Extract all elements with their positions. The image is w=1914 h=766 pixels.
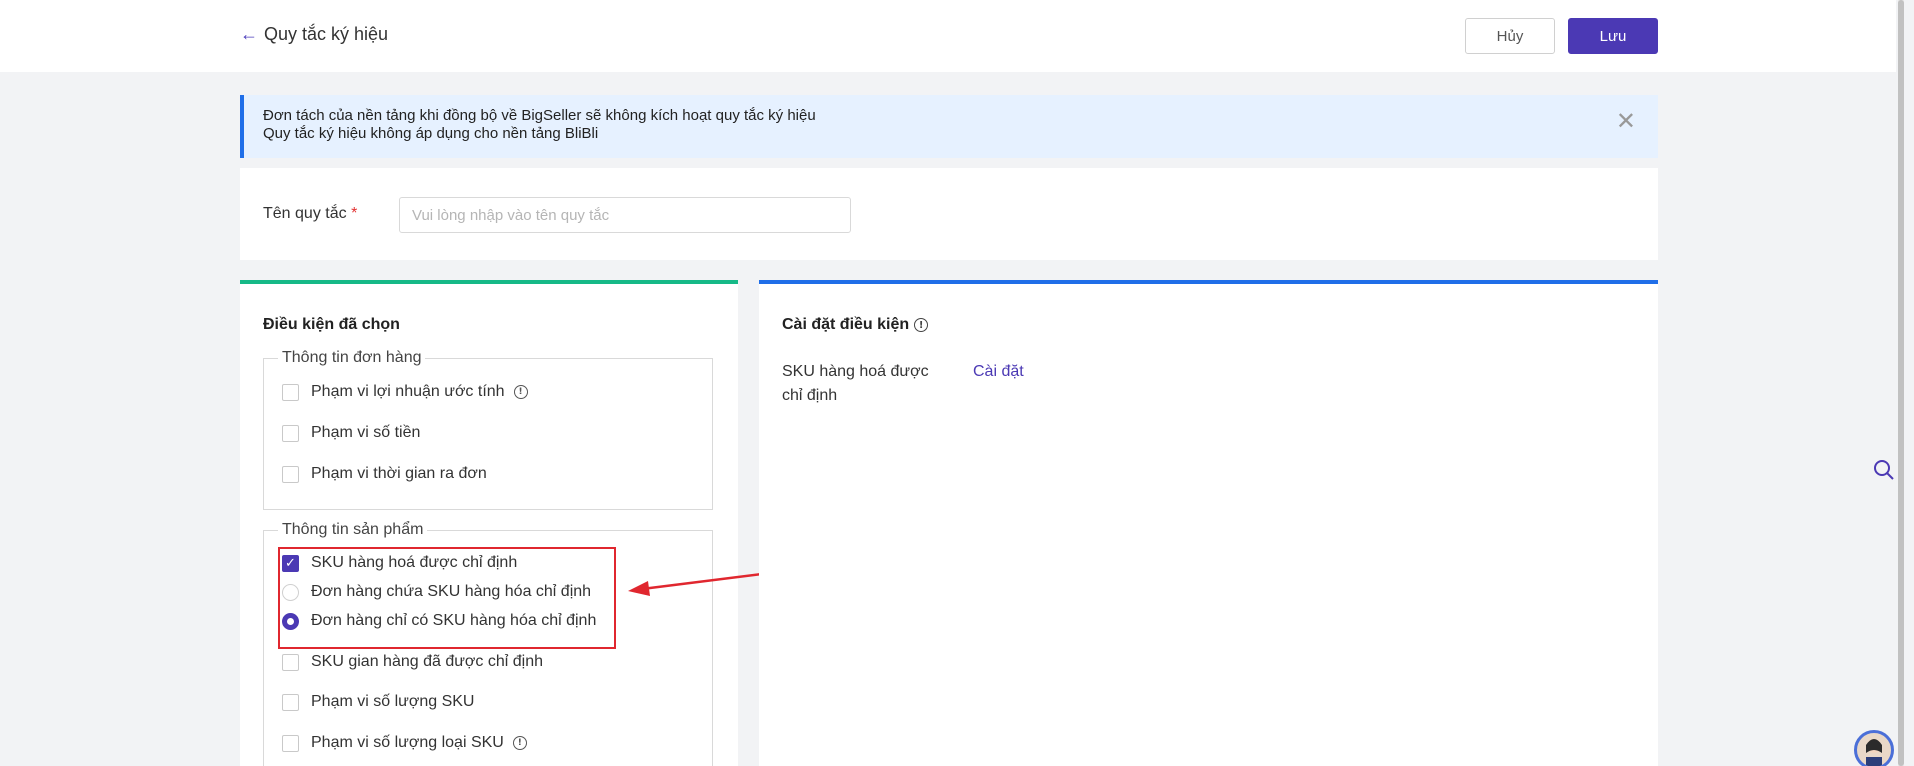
save-button[interactable]: Lưu — [1568, 18, 1658, 54]
option-sku-quantity-range[interactable]: Phạm vi số lượng SKU — [282, 693, 474, 711]
back-link[interactable]: ← Quy tắc ký hiệu — [240, 24, 388, 45]
checkbox[interactable] — [282, 734, 299, 752]
search-icon[interactable] — [1872, 458, 1896, 487]
order-info-legend: Thông tin đơn hàng — [278, 349, 426, 367]
cancel-button[interactable]: Hủy — [1465, 18, 1555, 54]
rule-name-label-text: Tên quy tắc — [263, 205, 347, 222]
setting-item-label: SKU hàng hoá được chỉ định — [782, 363, 929, 404]
info-icon[interactable]: ! — [914, 318, 929, 332]
option-estimated-profit[interactable]: Phạm vi lợi nhuận ước tính ! — [282, 383, 528, 401]
option-order-time-range[interactable]: Phạm vi thời gian ra đơn — [282, 465, 487, 483]
order-info-group: Thông tin đơn hàng Phạm vi lợi nhuận ước… — [263, 349, 713, 510]
checkbox[interactable] — [282, 424, 299, 442]
required-mark: * — [351, 205, 358, 222]
checkbox[interactable] — [282, 653, 299, 671]
option-label: Phạm vi số lượng SKU — [311, 693, 475, 710]
condition-settings-title: Cài đặt điều kiện ! — [782, 316, 929, 334]
option-label: SKU gian hàng đã được chỉ định — [311, 653, 544, 670]
selected-conditions-title: Điều kiện đã chọn — [263, 316, 400, 333]
scrollbar-thumb[interactable] — [1898, 0, 1904, 766]
setting-link[interactable]: Cài đặt — [973, 360, 1024, 384]
page-title: Quy tắc ký hiệu — [264, 24, 389, 44]
selected-conditions-panel: Điều kiện đã chọn Thông tin đơn hàng Phạ… — [240, 280, 738, 766]
checkbox[interactable] — [282, 465, 299, 483]
condition-settings-title-text: Cài đặt điều kiện — [782, 316, 910, 333]
rule-name-card: Tên quy tắc * — [240, 168, 1658, 260]
top-bar: ← Quy tắc ký hiệu Hủy Lưu — [0, 0, 1896, 72]
product-info-legend: Thông tin sản phẩm — [278, 521, 428, 539]
close-icon[interactable]: ✕ — [1616, 110, 1636, 134]
checkbox[interactable] — [282, 383, 299, 401]
condition-settings-panel: Cài đặt điều kiện ! SKU hàng hoá được ch… — [759, 280, 1658, 766]
support-avatar[interactable] — [1854, 730, 1894, 766]
info-icon[interactable]: ! — [513, 385, 528, 399]
scrollbar[interactable] — [1898, 0, 1904, 766]
checkbox[interactable] — [282, 693, 299, 711]
option-label: Phạm vi số tiền — [311, 424, 421, 441]
option-store-sku[interactable]: SKU gian hàng đã được chỉ định — [282, 653, 543, 671]
notice-line-2: Quy tắc ký hiệu không áp dụng cho nền tả… — [263, 125, 599, 142]
option-label: Phạm vi thời gian ra đơn — [311, 465, 487, 482]
rule-name-label: Tên quy tắc * — [263, 205, 357, 223]
info-icon[interactable]: ! — [512, 736, 527, 750]
option-label: Phạm vi số lượng loại SKU — [311, 734, 504, 751]
info-notice: Đơn tách của nền tảng khi đồng bộ về Big… — [240, 95, 1658, 158]
arrow-left-icon: ← — [240, 24, 258, 44]
option-sku-type-range[interactable]: Phạm vi số lượng loại SKU ! — [282, 734, 527, 752]
option-amount-range[interactable]: Phạm vi số tiền — [282, 424, 420, 442]
option-label: Phạm vi lợi nhuận ước tính — [311, 383, 505, 400]
highlight-box — [278, 547, 616, 649]
notice-line-1: Đơn tách của nền tảng khi đồng bộ về Big… — [263, 107, 816, 124]
rule-name-input[interactable] — [399, 197, 851, 233]
